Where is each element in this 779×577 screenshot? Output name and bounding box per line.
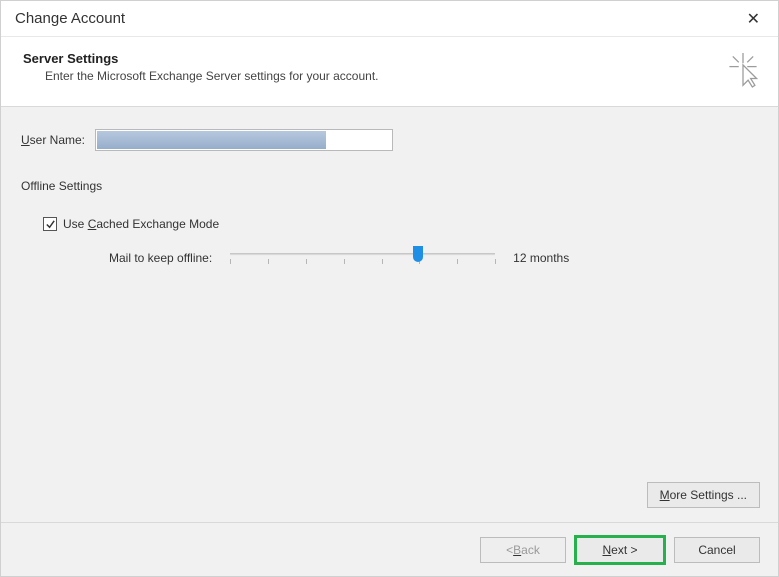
close-icon[interactable]: ✕ [739,5,768,33]
user-name-label: User Name: [21,133,85,147]
cursor-star-icon [726,51,760,92]
window-title: Change Account [15,10,125,27]
mail-offline-label: Mail to keep offline: [109,251,212,265]
header-subtext: Enter the Microsoft Exchange Server sett… [45,69,379,83]
change-account-window: Change Account ✕ Server Settings Enter t… [0,0,779,577]
header-heading: Server Settings [23,51,379,66]
more-settings-button[interactable]: More Settings ... [647,482,760,508]
slider-tick [306,259,307,264]
slider-tick [495,259,496,264]
user-name-row: User Name: [21,129,758,151]
cached-mode-row: Use Cached Exchange Mode [43,217,758,231]
back-button: < Back [480,537,566,563]
slider-tick [382,259,383,264]
header: Server Settings Enter the Microsoft Exch… [1,37,778,107]
cancel-button[interactable]: Cancel [674,537,760,563]
user-name-input[interactable] [95,129,393,151]
slider-tick [230,259,231,264]
slider-tick [344,259,345,264]
offline-settings-heading: Offline Settings [21,179,758,193]
mail-offline-slider[interactable] [230,243,495,273]
slider-thumb[interactable] [413,246,423,262]
mail-offline-value: 12 months [513,251,569,265]
slider-tick [457,259,458,264]
cached-mode-checkbox[interactable] [43,217,57,231]
cached-mode-label: Use Cached Exchange Mode [63,217,219,231]
titlebar: Change Account ✕ [1,1,778,37]
slider-track [230,253,495,256]
next-button[interactable]: Next > [574,535,666,565]
slider-tick [268,259,269,264]
redacted-value [97,131,326,149]
body: User Name: Offline Settings Use Cached E… [1,107,778,522]
footer: < Back Next > Cancel [1,522,778,576]
mail-offline-row: Mail to keep offline: 12 months [109,243,758,273]
